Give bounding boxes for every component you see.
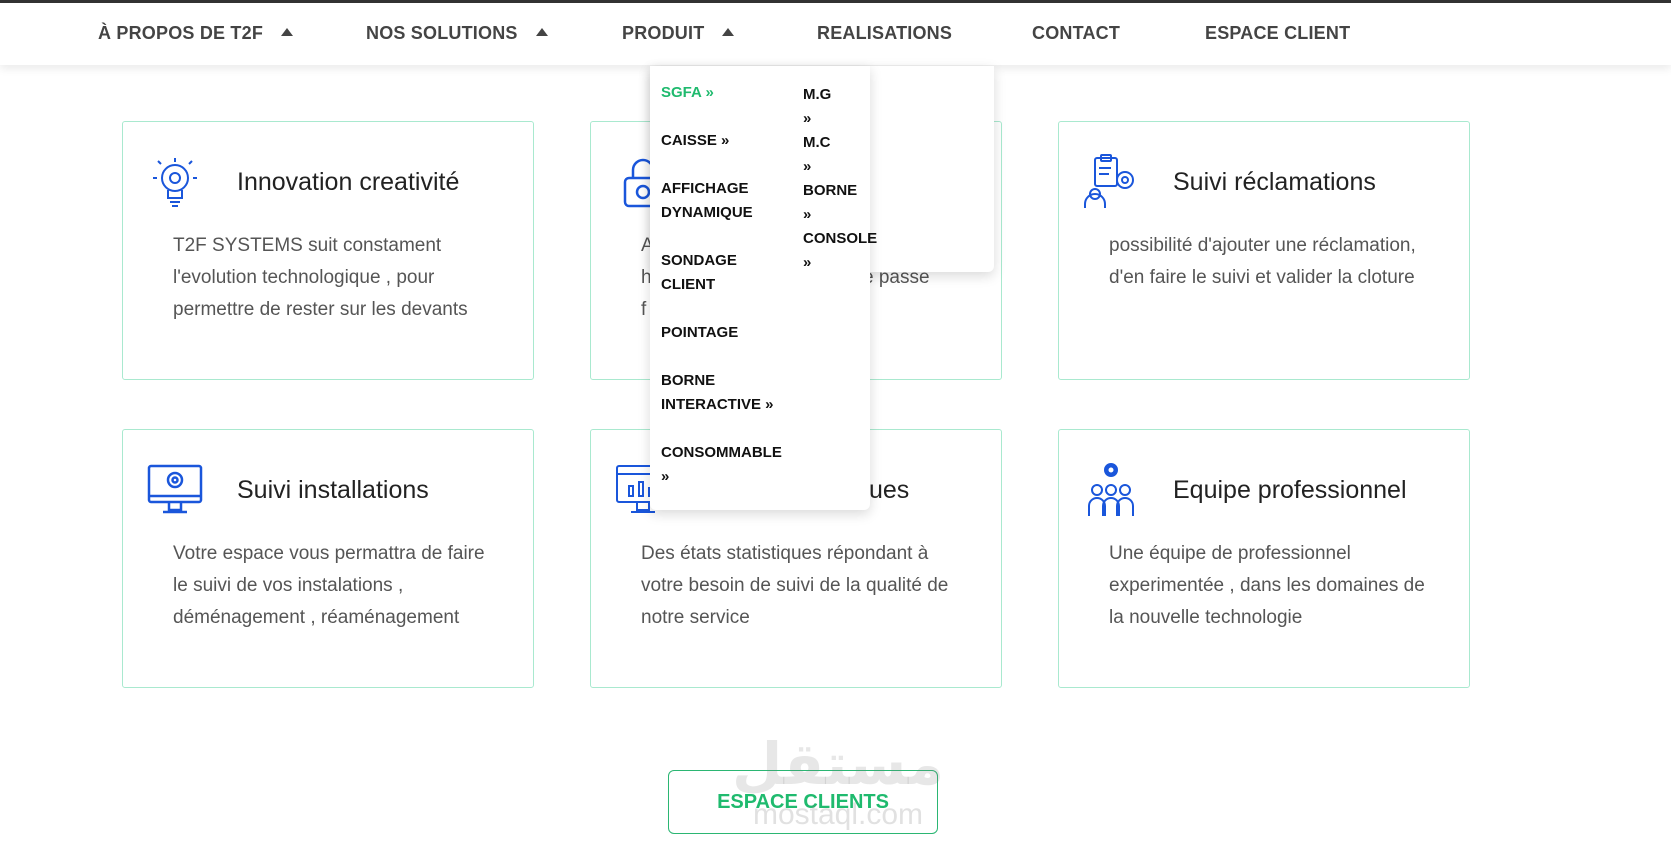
- feature-card-equipe: Equipe professionnel Une équipe de profe…: [1058, 429, 1470, 688]
- card-text: Des états statistiques répondant à votre…: [641, 543, 949, 628]
- nav-item-contact[interactable]: CONTACT: [1032, 23, 1120, 44]
- menu-item-mg[interactable]: M.G »: [803, 83, 831, 131]
- nav-item-realisations[interactable]: REALISATIONS: [817, 23, 952, 44]
- caret-up-icon: [722, 28, 735, 37]
- nav-item-a-propos[interactable]: À PROPOS DE T2F: [98, 23, 294, 44]
- monitor-gear-icon: [147, 464, 203, 514]
- nav-label: CONTACT: [1032, 23, 1121, 43]
- menu-item-console[interactable]: CONSOLE »: [803, 227, 877, 275]
- menu-item-borne[interactable]: BORNE »: [803, 179, 857, 227]
- menu-item-affichage-dynamique[interactable]: AFFICHAGE DYNAMIQUE: [661, 177, 771, 225]
- nav-item-nos-solutions[interactable]: NOS SOLUTIONS: [366, 23, 548, 44]
- card-text: Une équipe de professionnel experimentée…: [1109, 543, 1425, 628]
- nav-label: À PROPOS DE T2F: [98, 23, 264, 43]
- card-title: ues: [869, 476, 910, 504]
- caret-up-icon: [535, 28, 548, 37]
- caret-up-icon: [281, 28, 294, 37]
- espace-clients-button[interactable]: ESPACE CLIENTS: [668, 770, 938, 834]
- button-label: ESPACE CLIENTS: [717, 790, 889, 813]
- card-title: Innovation creativité: [237, 168, 460, 196]
- team-gear-icon: [1088, 463, 1134, 516]
- feature-card-innovation: Innovation creativité T2F SYSTEMS suit c…: [122, 121, 534, 380]
- nav-item-produit[interactable]: PRODUIT: [622, 23, 735, 44]
- feature-card-installations: Suivi installations Votre espace vous pe…: [122, 429, 534, 688]
- nav-label: PRODUIT: [622, 23, 705, 43]
- menu-item-mc[interactable]: M.C »: [803, 131, 831, 179]
- menu-item-sgfa[interactable]: SGFA »: [661, 81, 811, 105]
- nav-label: NOS SOLUTIONS: [366, 23, 518, 43]
- main-navbar: À PROPOS DE T2F NOS SOLUTIONS PRODUIT RE…: [0, 3, 1671, 65]
- card-title: Suivi réclamations: [1173, 168, 1376, 196]
- menu-item-caisse[interactable]: CAISSE »: [661, 129, 811, 153]
- produit-dropdown-menu: SGFA » CAISSE » AFFICHAGE DYNAMIQUE SOND…: [650, 66, 870, 510]
- lightbulb-icon: [153, 158, 197, 207]
- card-text: possibilité d'ajouter une réclamation, d…: [1109, 235, 1416, 288]
- nav-item-espace-client[interactable]: ESPACE CLIENT: [1205, 23, 1350, 44]
- nav-label: REALISATIONS: [817, 23, 953, 43]
- menu-item-sondage-client[interactable]: SONDAGE CLIENT: [661, 249, 761, 297]
- card-text: T2F SYSTEMS suit constament l'evolution …: [173, 235, 468, 320]
- menu-item-pointage[interactable]: POINTAGE: [661, 321, 811, 345]
- menu-item-borne-interactive[interactable]: BORNE INTERACTIVE »: [661, 369, 781, 417]
- card-title: Equipe professionnel: [1173, 476, 1407, 504]
- feature-card-reclamations: Suivi réclamations possibilité d'ajouter…: [1058, 121, 1470, 380]
- menu-item-consommable[interactable]: CONSOMMABLE »: [661, 441, 786, 489]
- nav-label: ESPACE CLIENT: [1205, 23, 1351, 43]
- card-title: Suivi installations: [237, 476, 429, 504]
- clipboard-gear-user-icon: [1084, 154, 1134, 208]
- card-text: Votre espace vous permattra de faire le …: [173, 543, 485, 628]
